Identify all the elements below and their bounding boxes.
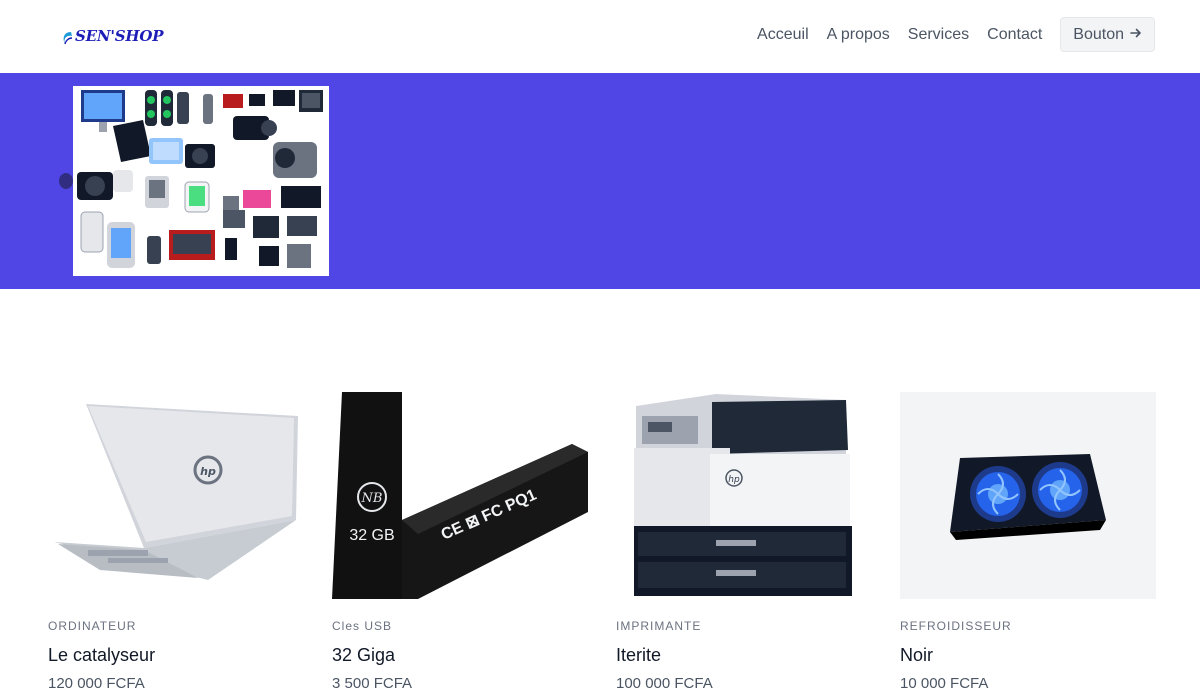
laptop-image: hp [48,392,304,599]
usb-capacity-label: 32 GB [349,527,394,544]
product-price: 3 500 FCFA [332,675,413,692]
svg-text:hp: hp [200,465,216,478]
product-name: Iterite [616,645,662,665]
nav-link-contact[interactable]: Contact [987,26,1042,44]
product-category: IMPRIMANTE [616,619,702,633]
product-card[interactable]: hp IMPRIMANTE Iterite 100 000 FCFA [616,392,872,693]
nav-link-a-propos[interactable]: A propos [827,26,890,44]
printer-image: hp [616,392,872,599]
product-card[interactable]: hp ORDINATEUR Le catalyseur 120 000 FCFA [48,392,304,693]
product-name: 32 Giga [332,645,396,665]
arrow-right-icon [1130,26,1142,44]
logo-swirl-icon [60,26,74,46]
svg-text:hp: hp [728,475,740,485]
carousel-dot[interactable] [59,173,73,189]
nav-link-acceuil[interactable]: Acceuil [757,26,809,44]
main-nav: Acceuil A propos Services Contact Bouton [757,17,1155,52]
site-header: SEN'SHOP Acceuil A propos Services Conta… [0,0,1200,73]
nav-link-services[interactable]: Services [908,26,969,44]
electronics-collage-image [73,86,329,276]
product-card[interactable]: NB 32 GB CE ⊠ FC PQ1 Cles USB 32 Giga 3 … [332,392,588,693]
svg-text:NB: NB [361,491,383,506]
product-name: Le catalyseur [48,645,156,665]
product-price: 100 000 FCFA [616,675,713,692]
product-price: 10 000 FCFA [900,675,989,692]
product-category: ORDINATEUR [48,619,137,633]
product-card[interactable]: REFROIDISSEUR Noir 10 000 FCFA [900,392,1156,693]
logo[interactable]: SEN'SHOP [60,24,164,48]
logo-text: SEN'SHOP [75,27,164,45]
product-category: Cles USB [332,619,393,633]
product-price: 120 000 FCFA [48,675,145,692]
header-button-label: Bouton [1073,25,1124,43]
usb-drive-image: NB 32 GB CE ⊠ FC PQ1 [332,392,588,599]
header-button[interactable]: Bouton [1060,17,1155,52]
hero-banner [0,73,1200,289]
product-name: Noir [900,645,934,665]
product-category: REFROIDISSEUR [900,619,1012,633]
cooling-pad-image [900,392,1156,599]
